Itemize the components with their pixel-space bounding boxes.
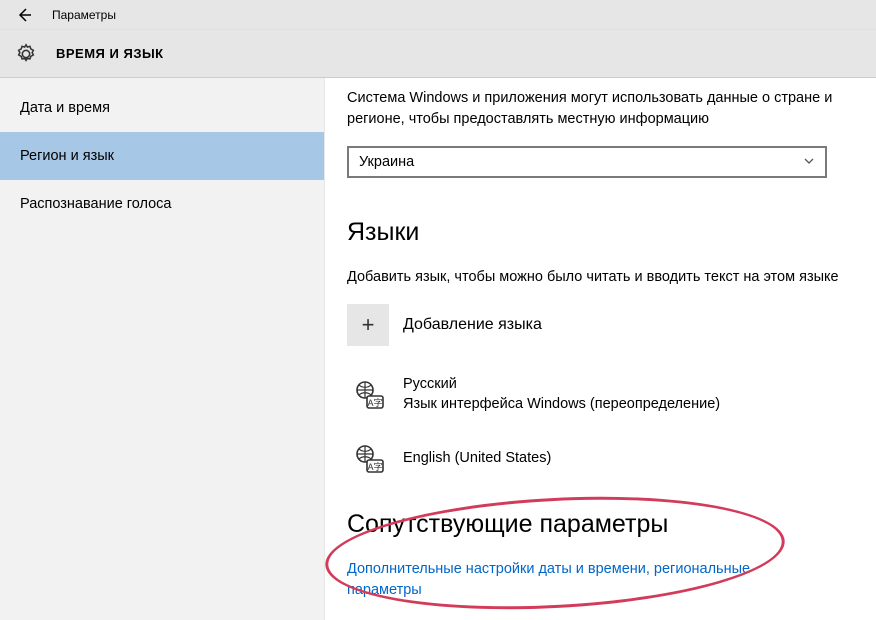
svg-text:A字: A字 bbox=[367, 397, 382, 408]
section-title: ВРЕМЯ И ЯЗЫК bbox=[56, 46, 164, 61]
region-selected-value: Украина bbox=[359, 154, 414, 170]
sidebar-item-region-language[interactable]: Регион и язык bbox=[0, 132, 324, 180]
plus-icon: + bbox=[347, 304, 389, 346]
gear-icon bbox=[14, 42, 38, 66]
related-heading: Сопутствующие параметры bbox=[347, 510, 852, 539]
region-dropdown[interactable]: Украина bbox=[347, 146, 827, 178]
add-language-button[interactable]: + Добавление языка bbox=[347, 304, 852, 346]
section-header: ВРЕМЯ И ЯЗЫК bbox=[0, 30, 876, 78]
sidebar-item-label: Распознавание голоса bbox=[20, 196, 172, 212]
language-item-russian[interactable]: A字 Русский Язык интерфейса Windows (пере… bbox=[347, 374, 852, 416]
sidebar: Дата и время Регион и язык Распознавание… bbox=[0, 78, 325, 620]
language-pack-icon: A字 bbox=[347, 374, 389, 416]
language-item-english[interactable]: A字 English (United States) bbox=[347, 438, 852, 480]
region-description: Система Windows и приложения могут испол… bbox=[347, 88, 852, 130]
additional-settings-link[interactable]: Дополнительные настройки даты и времени,… bbox=[347, 559, 827, 601]
main-panel: Система Windows и приложения могут испол… bbox=[325, 78, 876, 620]
chevron-down-icon bbox=[803, 155, 815, 170]
sidebar-item-speech[interactable]: Распознавание голоса bbox=[0, 180, 324, 228]
languages-heading: Языки bbox=[347, 218, 852, 247]
language-pack-icon: A字 bbox=[347, 438, 389, 480]
add-language-label: Добавление языка bbox=[403, 316, 542, 334]
language-name: Русский bbox=[403, 375, 720, 395]
sidebar-item-label: Регион и язык bbox=[20, 148, 114, 164]
title-bar: Параметры bbox=[0, 0, 876, 30]
sidebar-item-label: Дата и время bbox=[20, 100, 110, 116]
languages-description: Добавить язык, чтобы можно было читать и… bbox=[347, 267, 852, 288]
svg-text:A字: A字 bbox=[367, 461, 382, 472]
language-subtitle: Язык интерфейса Windows (переопределение… bbox=[403, 395, 720, 415]
back-button[interactable] bbox=[14, 5, 34, 25]
language-name: English (United States) bbox=[403, 449, 551, 469]
sidebar-item-date-time[interactable]: Дата и время bbox=[0, 84, 324, 132]
window-title: Параметры bbox=[52, 8, 116, 22]
